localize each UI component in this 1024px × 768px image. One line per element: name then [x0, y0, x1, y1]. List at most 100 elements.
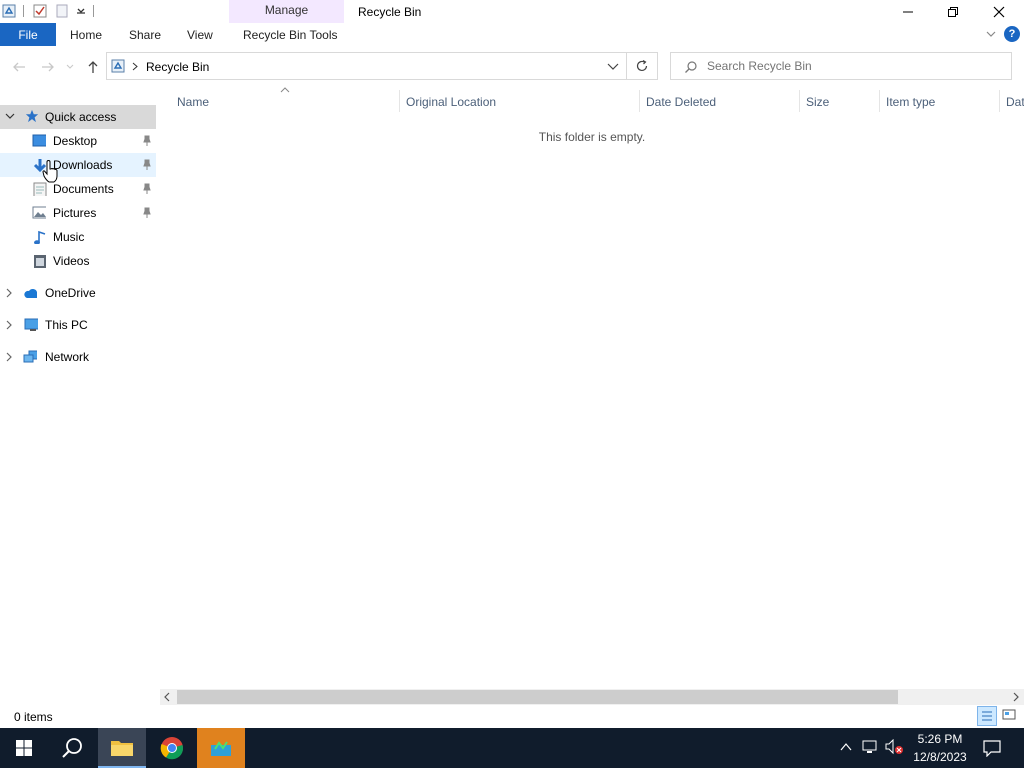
search-box[interactable] — [670, 52, 1012, 80]
nav-item-music[interactable]: Music — [0, 225, 156, 249]
documents-icon — [33, 182, 47, 196]
computer-icon — [24, 318, 38, 331]
nav-label: OneDrive — [45, 286, 96, 300]
title-bar — [0, 0, 1024, 23]
nav-label: Music — [53, 230, 85, 244]
chevron-right-icon[interactable] — [5, 288, 15, 298]
refresh-button[interactable] — [627, 52, 658, 80]
close-button[interactable] — [976, 0, 1022, 23]
search-input[interactable] — [707, 58, 997, 74]
new-folder-icon[interactable] — [55, 4, 69, 18]
nav-item-downloads[interactable]: Downloads — [0, 153, 156, 177]
empty-folder-message: This folder is empty. — [538, 130, 646, 144]
star-icon — [25, 109, 39, 123]
search-icon — [685, 61, 697, 73]
nav-label: Downloads — [53, 158, 113, 172]
tab-share[interactable]: Share — [129, 28, 161, 42]
scroll-right-icon[interactable] — [1012, 692, 1020, 702]
recycle-bin-icon — [2, 4, 16, 18]
recycle-bin-icon — [111, 59, 125, 73]
nav-item-documents[interactable]: Documents — [0, 177, 156, 201]
address-bar[interactable]: Recycle Bin — [106, 52, 627, 80]
scrollbar-thumb[interactable] — [177, 690, 898, 704]
sort-ascending-icon — [280, 87, 290, 93]
pin-icon[interactable] — [142, 183, 152, 195]
column-header-size[interactable]: Size — [806, 95, 829, 109]
network-icon — [23, 350, 37, 363]
up-button[interactable] — [84, 58, 102, 76]
nav-quick-access[interactable]: Quick access — [0, 105, 156, 129]
minimize-button[interactable] — [885, 0, 931, 23]
address-dropdown-icon[interactable] — [607, 63, 619, 71]
expand-ribbon-icon[interactable] — [985, 29, 997, 39]
start-button[interactable] — [0, 728, 48, 768]
videos-icon — [34, 255, 46, 268]
status-item-count: 0 items — [14, 710, 53, 724]
chevron-right-icon[interactable] — [5, 352, 15, 362]
chrome-icon — [160, 737, 184, 760]
column-divider[interactable] — [999, 90, 1000, 112]
desktop-icon — [32, 134, 46, 147]
column-header-date-deleted[interactable]: Date Deleted — [646, 95, 716, 109]
back-button[interactable] — [10, 58, 28, 76]
nav-label: Documents — [53, 182, 114, 196]
clock-time[interactable]: 5:26 PM — [905, 732, 975, 746]
details-view-icon — [982, 711, 992, 721]
scroll-left-icon[interactable] — [163, 692, 171, 702]
restore-button[interactable] — [930, 0, 976, 23]
pin-icon[interactable] — [142, 207, 152, 219]
help-icon[interactable]: ? — [1004, 26, 1020, 42]
pin-icon[interactable] — [142, 135, 152, 147]
show-hidden-icons-icon[interactable] — [840, 742, 852, 752]
chrome-taskbar-button[interactable] — [148, 728, 196, 768]
large-icons-view-button[interactable] — [1000, 706, 1020, 726]
nav-item-pictures[interactable]: Pictures — [0, 201, 156, 225]
nav-label: Desktop — [53, 134, 98, 148]
app-taskbar-button[interactable] — [197, 728, 245, 768]
nav-label: This PC — [45, 318, 88, 332]
column-divider[interactable] — [639, 90, 640, 112]
column-header-item-type[interactable]: Item type — [886, 95, 935, 109]
nav-item-videos[interactable]: Videos — [0, 249, 156, 273]
column-header-date[interactable]: Dat — [1006, 95, 1024, 109]
tab-home[interactable]: Home — [70, 28, 102, 42]
customize-qat-icon[interactable] — [74, 4, 88, 18]
nav-network[interactable]: Network — [0, 345, 156, 369]
details-view-button[interactable] — [977, 706, 997, 726]
notifications-icon[interactable] — [983, 739, 1001, 757]
manage-label: Manage — [264, 3, 309, 17]
volume-muted-icon[interactable] — [885, 739, 905, 755]
network-status-icon[interactable] — [862, 739, 880, 755]
forward-button[interactable] — [39, 58, 57, 76]
up-arrow-icon — [88, 61, 98, 73]
back-arrow-icon — [13, 62, 25, 72]
qat-separator — [23, 5, 24, 17]
nav-this-pc[interactable]: This PC — [0, 313, 156, 337]
nav-item-desktop[interactable]: Desktop — [0, 129, 156, 153]
chevron-right-icon[interactable] — [5, 320, 15, 330]
nav-onedrive[interactable]: OneDrive — [0, 281, 156, 305]
column-header-name[interactable]: Name — [177, 95, 209, 109]
tab-view[interactable]: View — [187, 28, 213, 42]
column-divider[interactable] — [879, 90, 880, 112]
close-icon — [993, 6, 1005, 17]
pin-icon[interactable] — [142, 159, 152, 171]
tab-file[interactable]: File — [0, 23, 56, 46]
column-header-original-location[interactable]: Original Location — [406, 95, 496, 109]
recent-locations-button[interactable] — [63, 58, 77, 76]
minimize-icon — [903, 11, 913, 12]
window-title: Recycle Bin — [358, 5, 422, 19]
breadcrumb-chevron-icon[interactable] — [132, 62, 138, 71]
properties-icon[interactable] — [33, 4, 47, 18]
search-icon — [62, 738, 82, 758]
clock-date[interactable]: 12/8/2023 — [905, 750, 975, 764]
tab-recycle-bin-tools[interactable]: Recycle Bin Tools — [243, 28, 338, 42]
breadcrumb-recycle-bin[interactable]: Recycle Bin — [146, 60, 209, 74]
column-divider[interactable] — [399, 90, 400, 112]
chevron-down-icon[interactable] — [5, 113, 15, 123]
onedrive-icon — [24, 289, 37, 298]
file-explorer-taskbar-button[interactable] — [98, 728, 146, 768]
column-divider[interactable] — [799, 90, 800, 112]
forward-arrow-icon — [42, 62, 54, 72]
search-taskbar-button[interactable] — [48, 728, 96, 768]
